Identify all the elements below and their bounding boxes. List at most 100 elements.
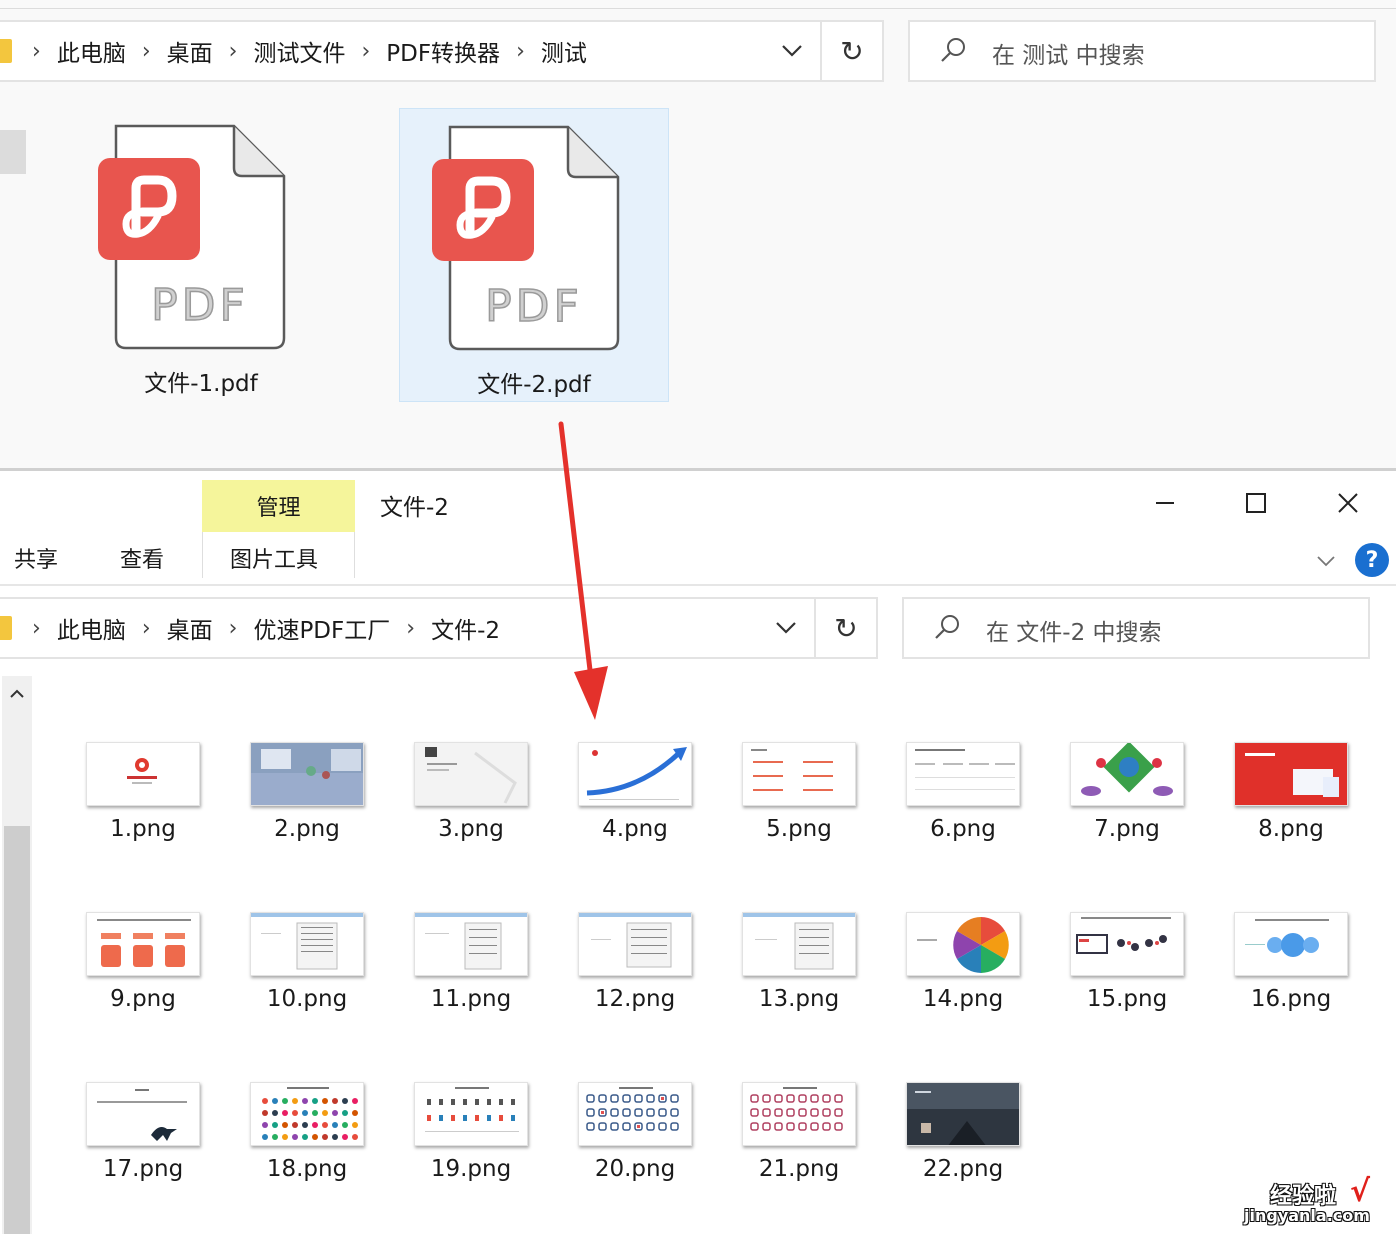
image-file-item[interactable]: 15.png xyxy=(1052,912,1202,1042)
bottom-address-bar[interactable]: › 此电脑 › 桌面 › 优速PDF工厂 › 文件-2 ↻ xyxy=(0,597,878,659)
ribbon-divider xyxy=(0,584,1396,586)
scroll-up-button[interactable] xyxy=(2,676,32,712)
image-file-item[interactable]: 17.png xyxy=(68,1082,218,1212)
file-name: 11.png xyxy=(430,986,512,1012)
file-name: 5.png xyxy=(766,816,832,842)
image-file-item[interactable]: 11.png xyxy=(396,912,546,1042)
chevron-right-icon[interactable]: › xyxy=(361,39,370,64)
help-button[interactable]: ? xyxy=(1355,543,1389,577)
file-name: 12.png xyxy=(594,986,676,1012)
pdf-file-item[interactable]: PDF 文件-1.pdf xyxy=(66,108,336,402)
image-file-item[interactable]: 2.png xyxy=(232,742,382,872)
chevron-right-icon: › xyxy=(32,615,41,641)
file-name: 4.png xyxy=(602,816,668,842)
image-file-item[interactable]: 5.png xyxy=(724,742,874,872)
bottom-search-box[interactable]: 在 文件-2 中搜索 xyxy=(902,597,1370,659)
breadcrumb-item[interactable]: 优速PDF工厂 xyxy=(253,611,390,645)
image-file-item[interactable]: 9.png xyxy=(68,912,218,1042)
tab-picture-tools[interactable]: 图片工具 xyxy=(230,542,318,574)
image-file-item[interactable]: 3.png xyxy=(396,742,546,872)
chevron-right-icon[interactable]: › xyxy=(516,39,525,64)
breadcrumb-item[interactable]: 桌面 xyxy=(167,611,213,645)
window-top-border xyxy=(0,468,1396,471)
top-address-bar[interactable]: › 此电脑 › 桌面 › 测试文件 › PDF转换器 › 测试 ↻ xyxy=(0,20,884,82)
image-file-item[interactable]: 7.png xyxy=(1052,742,1202,872)
chevron-right-icon[interactable]: › xyxy=(229,616,238,641)
image-file-item[interactable]: 14.png xyxy=(888,912,1038,1042)
file-name: 1.png xyxy=(110,816,176,842)
pdf-file-item-selected[interactable]: PDF 文件-2.pdf xyxy=(399,108,669,402)
breadcrumb-item[interactable]: 测试文件 xyxy=(253,34,345,68)
chevron-right-icon[interactable]: › xyxy=(142,39,151,64)
tab-share[interactable]: 共享 xyxy=(14,542,58,574)
top-breadcrumb: › 此电脑 › 桌面 › 测试文件 › PDF转换器 › 测试 xyxy=(0,22,587,80)
image-file-item[interactable]: 12.png xyxy=(560,912,710,1042)
search-placeholder: 在 测试 中搜索 xyxy=(992,43,1145,69)
top-search-box[interactable]: 在 测试 中搜索 xyxy=(908,20,1376,82)
breadcrumb-item[interactable]: 桌面 xyxy=(167,34,213,68)
maximize-icon xyxy=(1246,493,1266,513)
file-name: 19.png xyxy=(430,1156,512,1182)
watermark-logo: 经验啦 √ jingyanla.com xyxy=(1240,1174,1390,1230)
tab-manage[interactable]: 管理 xyxy=(202,480,355,532)
image-file-item[interactable]: 6.png xyxy=(888,742,1038,872)
image-file-item[interactable]: 20.png xyxy=(560,1082,710,1212)
close-icon xyxy=(1338,493,1358,513)
breadcrumb-item[interactable]: 文件-2 xyxy=(431,611,500,645)
tab-view[interactable]: 查看 xyxy=(120,542,164,574)
image-thumbnail xyxy=(86,1082,200,1146)
file-name: 20.png xyxy=(594,1156,676,1182)
file-name: 10.png xyxy=(266,986,348,1012)
chevron-down-icon xyxy=(782,45,802,57)
folder-icon xyxy=(0,616,12,640)
refresh-button[interactable]: ↻ xyxy=(814,599,876,657)
image-file-item[interactable]: 13.png xyxy=(724,912,874,1042)
image-thumbnail xyxy=(742,912,856,976)
window-title: 文件-2 xyxy=(380,495,449,521)
search-icon xyxy=(941,38,965,62)
folder-icon xyxy=(0,39,12,63)
file-name: 22.png xyxy=(922,1156,1004,1182)
address-history-dropdown[interactable] xyxy=(762,22,822,80)
vertical-scrollbar[interactable] xyxy=(2,676,32,1234)
image-thumbnail xyxy=(414,742,528,806)
breadcrumb-item[interactable]: 此电脑 xyxy=(57,34,126,68)
image-thumbnail xyxy=(578,1082,692,1146)
chevron-right-icon[interactable]: › xyxy=(229,39,238,64)
refresh-button[interactable]: ↻ xyxy=(820,22,882,80)
image-file-item[interactable]: 21.png xyxy=(724,1082,874,1212)
chevron-up-icon xyxy=(10,689,24,698)
image-file-item[interactable]: 19.png xyxy=(396,1082,546,1212)
top-window-border xyxy=(0,8,1396,9)
image-file-item[interactable]: 22.png xyxy=(888,1082,1038,1212)
minimize-button[interactable] xyxy=(1142,480,1188,526)
close-button[interactable] xyxy=(1325,480,1371,526)
annotation-arrow xyxy=(558,421,608,720)
breadcrumb-item[interactable]: 测试 xyxy=(541,34,587,68)
breadcrumb-item[interactable]: 此电脑 xyxy=(57,611,126,645)
maximize-button[interactable] xyxy=(1233,480,1279,526)
image-file-item[interactable]: 16.png xyxy=(1216,912,1366,1042)
refresh-icon: ↻ xyxy=(840,34,864,68)
chevron-right-icon[interactable]: › xyxy=(142,616,151,641)
chevron-right-icon[interactable]: › xyxy=(406,616,415,641)
file-name: 15.png xyxy=(1086,986,1168,1012)
address-history-dropdown[interactable] xyxy=(756,599,816,657)
image-file-item[interactable]: 1.png xyxy=(68,742,218,872)
bottom-breadcrumb: › 此电脑 › 桌面 › 优速PDF工厂 › 文件-2 xyxy=(0,599,500,657)
file-name: 文件-2.pdf xyxy=(477,372,591,398)
pdf-file-icon: PDF xyxy=(432,125,620,351)
image-file-item[interactable]: 18.png xyxy=(232,1082,382,1212)
image-file-item[interactable]: 4.png xyxy=(560,742,710,872)
image-thumbnail xyxy=(1070,912,1184,976)
breadcrumb-item[interactable]: PDF转换器 xyxy=(386,34,500,68)
scrollbar-thumb[interactable] xyxy=(4,826,30,1234)
watermark-url: jingyanla.com xyxy=(1244,1206,1370,1225)
image-thumbnail xyxy=(250,1082,364,1146)
svg-text:PDF: PDF xyxy=(485,281,583,332)
image-file-item[interactable]: 10.png xyxy=(232,912,382,1042)
image-file-item[interactable]: 8.png xyxy=(1216,742,1366,872)
file-name: 14.png xyxy=(922,986,1004,1012)
svg-text:PDF: PDF xyxy=(151,280,249,331)
expand-ribbon-button[interactable] xyxy=(1316,548,1336,572)
